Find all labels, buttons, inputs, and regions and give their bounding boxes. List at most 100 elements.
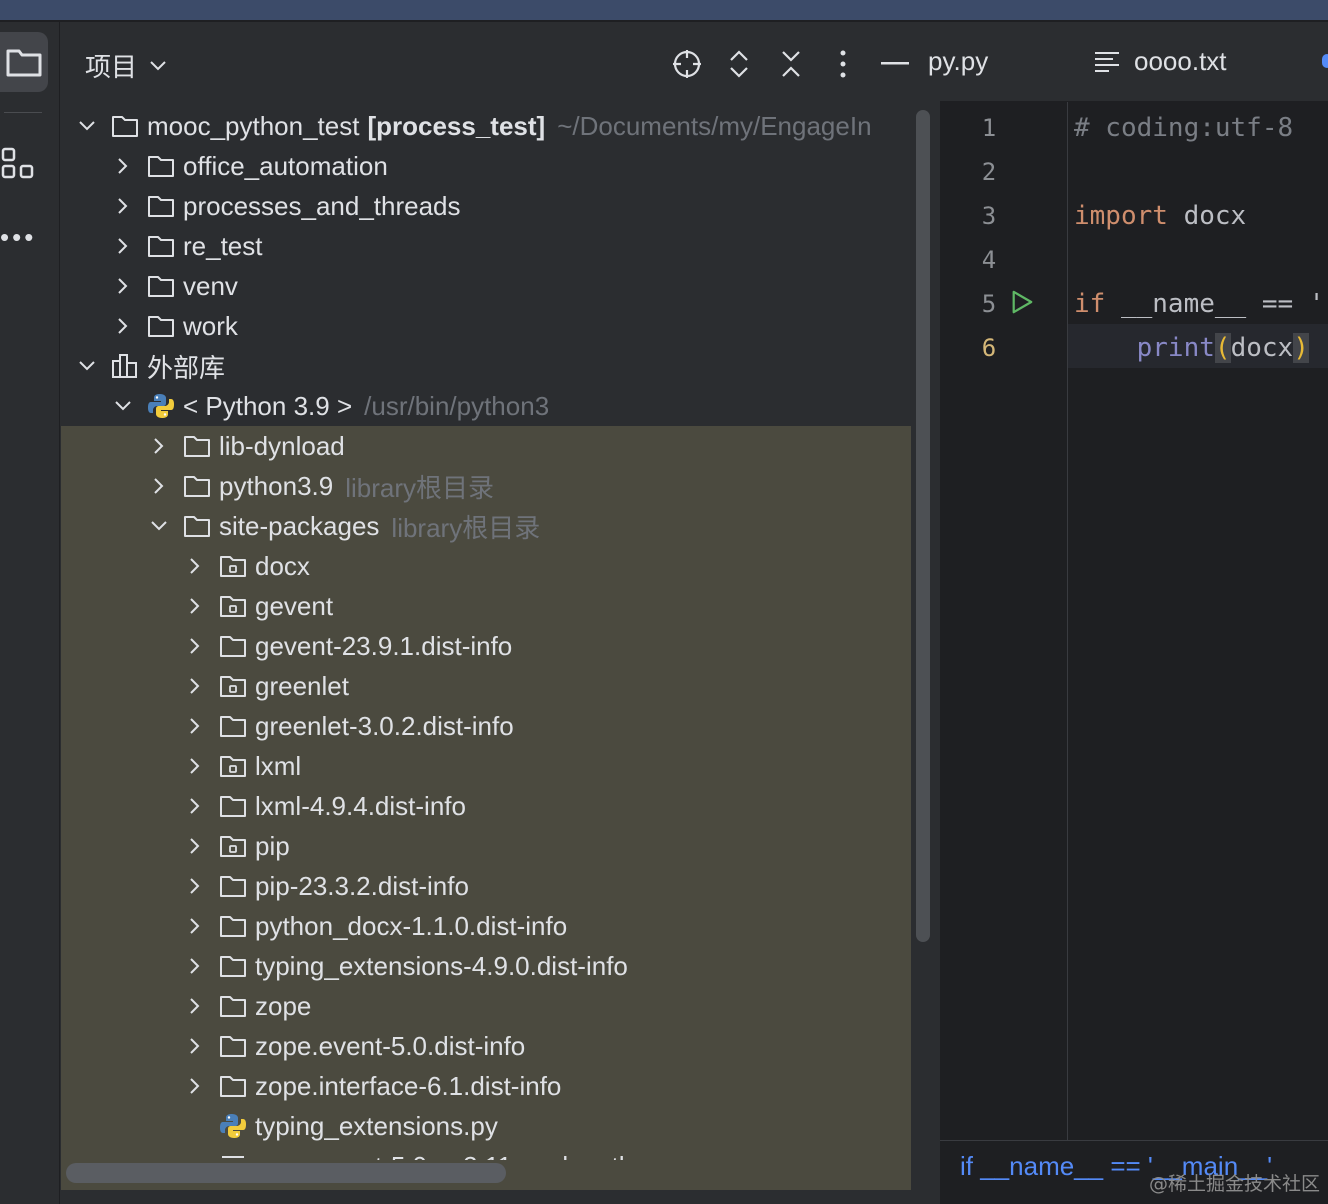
tree-row[interactable]: python3.9 library根目录	[61, 466, 911, 506]
tree-toggle[interactable]	[181, 946, 209, 986]
tree-toggle[interactable]	[109, 186, 137, 226]
tree-toggle[interactable]	[181, 906, 209, 946]
code-line-6: print(docx)	[1074, 326, 1309, 370]
tree-row[interactable]: office_automation	[61, 146, 911, 186]
chevron-right-icon	[190, 718, 200, 734]
tree-toggle[interactable]	[145, 466, 173, 506]
project-tree: mooc_python_test [process_test] ~/Document…	[61, 104, 911, 1160]
chevron-right-icon	[118, 198, 128, 214]
tree-toggle[interactable]	[181, 586, 209, 626]
chevron-right-icon	[118, 318, 128, 334]
tree-item-label: lxml	[255, 750, 302, 781]
tree-row[interactable]: gevent	[61, 586, 911, 626]
folder-icon	[145, 186, 177, 226]
tree-toggle[interactable]	[181, 786, 209, 826]
tree-toggle[interactable]	[109, 266, 137, 306]
chevron-right-icon	[190, 758, 200, 774]
tree-row[interactable]: docx	[61, 546, 911, 586]
tree-item-hint: library根目录	[391, 512, 541, 543]
code-text: __name__ == '	[1105, 289, 1325, 319]
watermark-text: @稀土掘金技术社区	[1148, 1173, 1320, 1195]
tree-toggle[interactable]	[109, 226, 137, 266]
tree-toggle	[181, 1106, 209, 1146]
run-gutter-icon[interactable]	[1010, 290, 1034, 314]
tree-row[interactable]: < Python 3.9 > /usr/bin/python3	[61, 386, 911, 426]
tree-row[interactable]: processes_and_threads	[61, 186, 911, 226]
tree-toggle[interactable]	[181, 1066, 209, 1106]
tree-row[interactable]: zope.event-5.0.dist-info	[61, 1026, 911, 1066]
project-tool-button[interactable]	[0, 32, 48, 92]
tab-py[interactable]: py.py	[928, 46, 988, 77]
expand-all-button[interactable]	[719, 44, 759, 84]
tree-row[interactable]: greenlet	[61, 666, 911, 706]
tree-toggle[interactable]	[109, 146, 137, 186]
bracket: (	[1214, 333, 1231, 363]
horizontal-scrollbar[interactable]	[66, 1163, 506, 1183]
code-area[interactable]: # coding:utf-8 import docx if __name__ =…	[1068, 102, 1328, 1160]
tree-row[interactable]: 外部库	[61, 346, 911, 386]
tree-item-label: office_automation	[183, 150, 388, 181]
module-name-label: [process_test]	[367, 110, 546, 141]
tree-item-label: python_docx-1.1.0.dist-info	[255, 910, 568, 941]
tree-row[interactable]: re_test	[61, 226, 911, 266]
tree-row[interactable]: work	[61, 306, 911, 346]
tree-row[interactable]: python_docx-1.1.0.dist-info	[61, 906, 911, 946]
tree-row[interactable]: site-packages library根目录	[61, 506, 911, 546]
tree-row[interactable]: lxml	[61, 746, 911, 786]
tree-row[interactable]: venv	[61, 266, 911, 306]
code-line-5: if __name__ == '	[1074, 282, 1324, 326]
folder-icon	[145, 146, 177, 186]
tree-row[interactable]: typing_extensions.py	[61, 1106, 911, 1146]
more-tabs-indicator	[1322, 54, 1328, 68]
tree-item-label: lxml-4.9.4.dist-info	[255, 790, 466, 821]
tree-toggle[interactable]	[181, 706, 209, 746]
tree-toggle[interactable]	[181, 746, 209, 786]
locate-file-button[interactable]	[667, 44, 707, 84]
more-tools-icon[interactable]: •••	[0, 224, 36, 250]
tree-toggle[interactable]	[109, 386, 137, 426]
project-view-selector[interactable]: 项目	[85, 47, 167, 84]
collapse-all-button[interactable]	[771, 44, 811, 84]
tree-toggle[interactable]	[145, 426, 173, 466]
tree-row[interactable]: lib-dynload	[61, 426, 911, 466]
tree-row[interactable]: zope	[61, 986, 911, 1026]
tree-toggle[interactable]	[181, 666, 209, 706]
tree-toggle[interactable]	[181, 986, 209, 1026]
tree-toggle[interactable]	[109, 306, 137, 346]
code-line-1: # coding:utf-8	[1074, 113, 1294, 143]
project-panel-header: 项目	[61, 22, 939, 104]
line-number: 3	[981, 202, 997, 230]
tree-row[interactable]: gevent-23.9.1.dist-info	[61, 626, 911, 666]
tree-row[interactable]: mooc_python_test [process_test] ~/Document…	[61, 106, 911, 146]
options-menu-button[interactable]	[823, 44, 863, 84]
folder-icon	[217, 866, 249, 906]
tree-toggle[interactable]	[73, 106, 101, 146]
tree-toggle[interactable]	[181, 866, 209, 906]
tree-item-label: mooc_python_test	[147, 110, 360, 141]
hide-panel-button[interactable]	[875, 44, 915, 84]
tree-row[interactable]: typing_extensions-4.9.0.dist-info	[61, 946, 911, 986]
chevron-down-icon	[79, 361, 95, 371]
chevron-right-icon	[190, 798, 200, 814]
tree-toggle[interactable]	[145, 506, 173, 546]
tree-toggle[interactable]	[73, 346, 101, 386]
chevron-right-icon	[190, 598, 200, 614]
tree-row[interactable]: lxml-4.9.4.dist-info	[61, 786, 911, 826]
folder-icon	[145, 226, 177, 266]
tree-toggle[interactable]	[181, 546, 209, 586]
tree-row[interactable]: zope.event-5.0-py3.11-nspkg.pth	[61, 1146, 911, 1160]
folder-icon	[217, 906, 249, 946]
vertical-scrollbar[interactable]	[916, 110, 930, 942]
structure-tool-button[interactable]	[0, 144, 40, 184]
tree-toggle[interactable]	[181, 1026, 209, 1066]
tree-toggle[interactable]	[181, 626, 209, 666]
tree-row[interactable]: greenlet-3.0.2.dist-info	[61, 706, 911, 746]
tab-oooo-txt[interactable]: oooo.txt	[1094, 46, 1227, 77]
tree-toggle[interactable]	[181, 826, 209, 866]
tree-row[interactable]: pip-23.3.2.dist-info	[61, 866, 911, 906]
strip-divider	[4, 112, 42, 113]
code-text: docx	[1230, 333, 1294, 363]
tree-row[interactable]: pip	[61, 826, 911, 866]
text-file-icon	[217, 1146, 249, 1160]
tree-row[interactable]: zope.interface-6.1.dist-info	[61, 1066, 911, 1106]
